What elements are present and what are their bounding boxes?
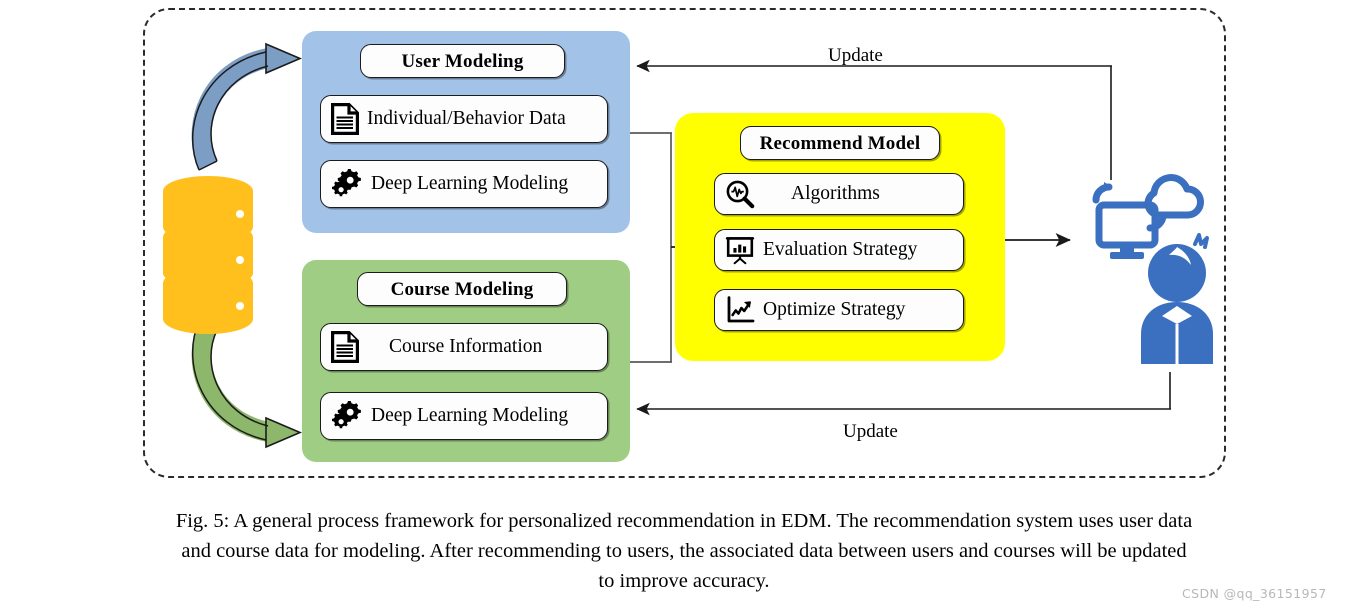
chip-individual-behavior-data-label: Individual/Behavior Data — [367, 108, 566, 130]
figure-caption: Fig. 5: A general process framework for … — [0, 506, 1368, 596]
document-icon — [331, 103, 359, 135]
update-label-top: Update — [828, 45, 883, 66]
recommend-model-title-label: Recommend Model — [759, 132, 921, 154]
chip-user-deep-learning-modeling-label: Deep Learning Modeling — [371, 173, 569, 195]
update-label-bottom: Update — [843, 421, 898, 442]
user-modeling-title-label: User Modeling — [401, 50, 524, 72]
caption-line-3: to improve accuracy. — [598, 570, 770, 592]
user-modeling-title: User Modeling — [360, 44, 565, 78]
caption-line-1: Fig. 5: A general process framework for … — [175, 510, 1193, 532]
course-modeling-title-label: Course Modeling — [390, 278, 534, 300]
chip-course-information-label: Course Information — [389, 336, 543, 358]
chip-individual-behavior-data[interactable]: Individual/Behavior Data — [320, 95, 608, 143]
document-icon — [331, 331, 359, 363]
chip-optimize-strategy-label: Optimize Strategy — [763, 299, 906, 321]
recommend-model-title: Recommend Model — [740, 126, 940, 160]
chip-course-information[interactable]: Course Information — [320, 323, 608, 371]
chip-course-deep-learning-modeling-label: Deep Learning Modeling — [371, 405, 569, 427]
gears-icon — [331, 401, 363, 431]
line-chart-up-icon — [725, 295, 755, 325]
chip-algorithms[interactable]: Algorithms — [714, 173, 964, 215]
chip-user-deep-learning-modeling[interactable]: Deep Learning Modeling — [320, 160, 608, 208]
gears-icon — [331, 169, 363, 199]
presentation-chart-icon — [725, 235, 755, 265]
chip-course-deep-learning-modeling[interactable]: Deep Learning Modeling — [320, 392, 608, 440]
caption-line-2: and course data for modeling. After reco… — [181, 540, 1187, 562]
chip-evaluation-strategy[interactable]: Evaluation Strategy — [714, 229, 964, 271]
course-modeling-title: Course Modeling — [357, 272, 567, 306]
chip-algorithms-label: Algorithms — [791, 183, 880, 205]
chip-optimize-strategy[interactable]: Optimize Strategy — [714, 289, 964, 331]
watermark: CSDN @qq_36151957 — [1182, 586, 1327, 601]
figure-canvas: User Modeling Individual/Behavior Data D… — [0, 0, 1368, 616]
chip-evaluation-strategy-label: Evaluation Strategy — [763, 239, 918, 261]
magnifier-waveform-icon — [725, 179, 755, 209]
